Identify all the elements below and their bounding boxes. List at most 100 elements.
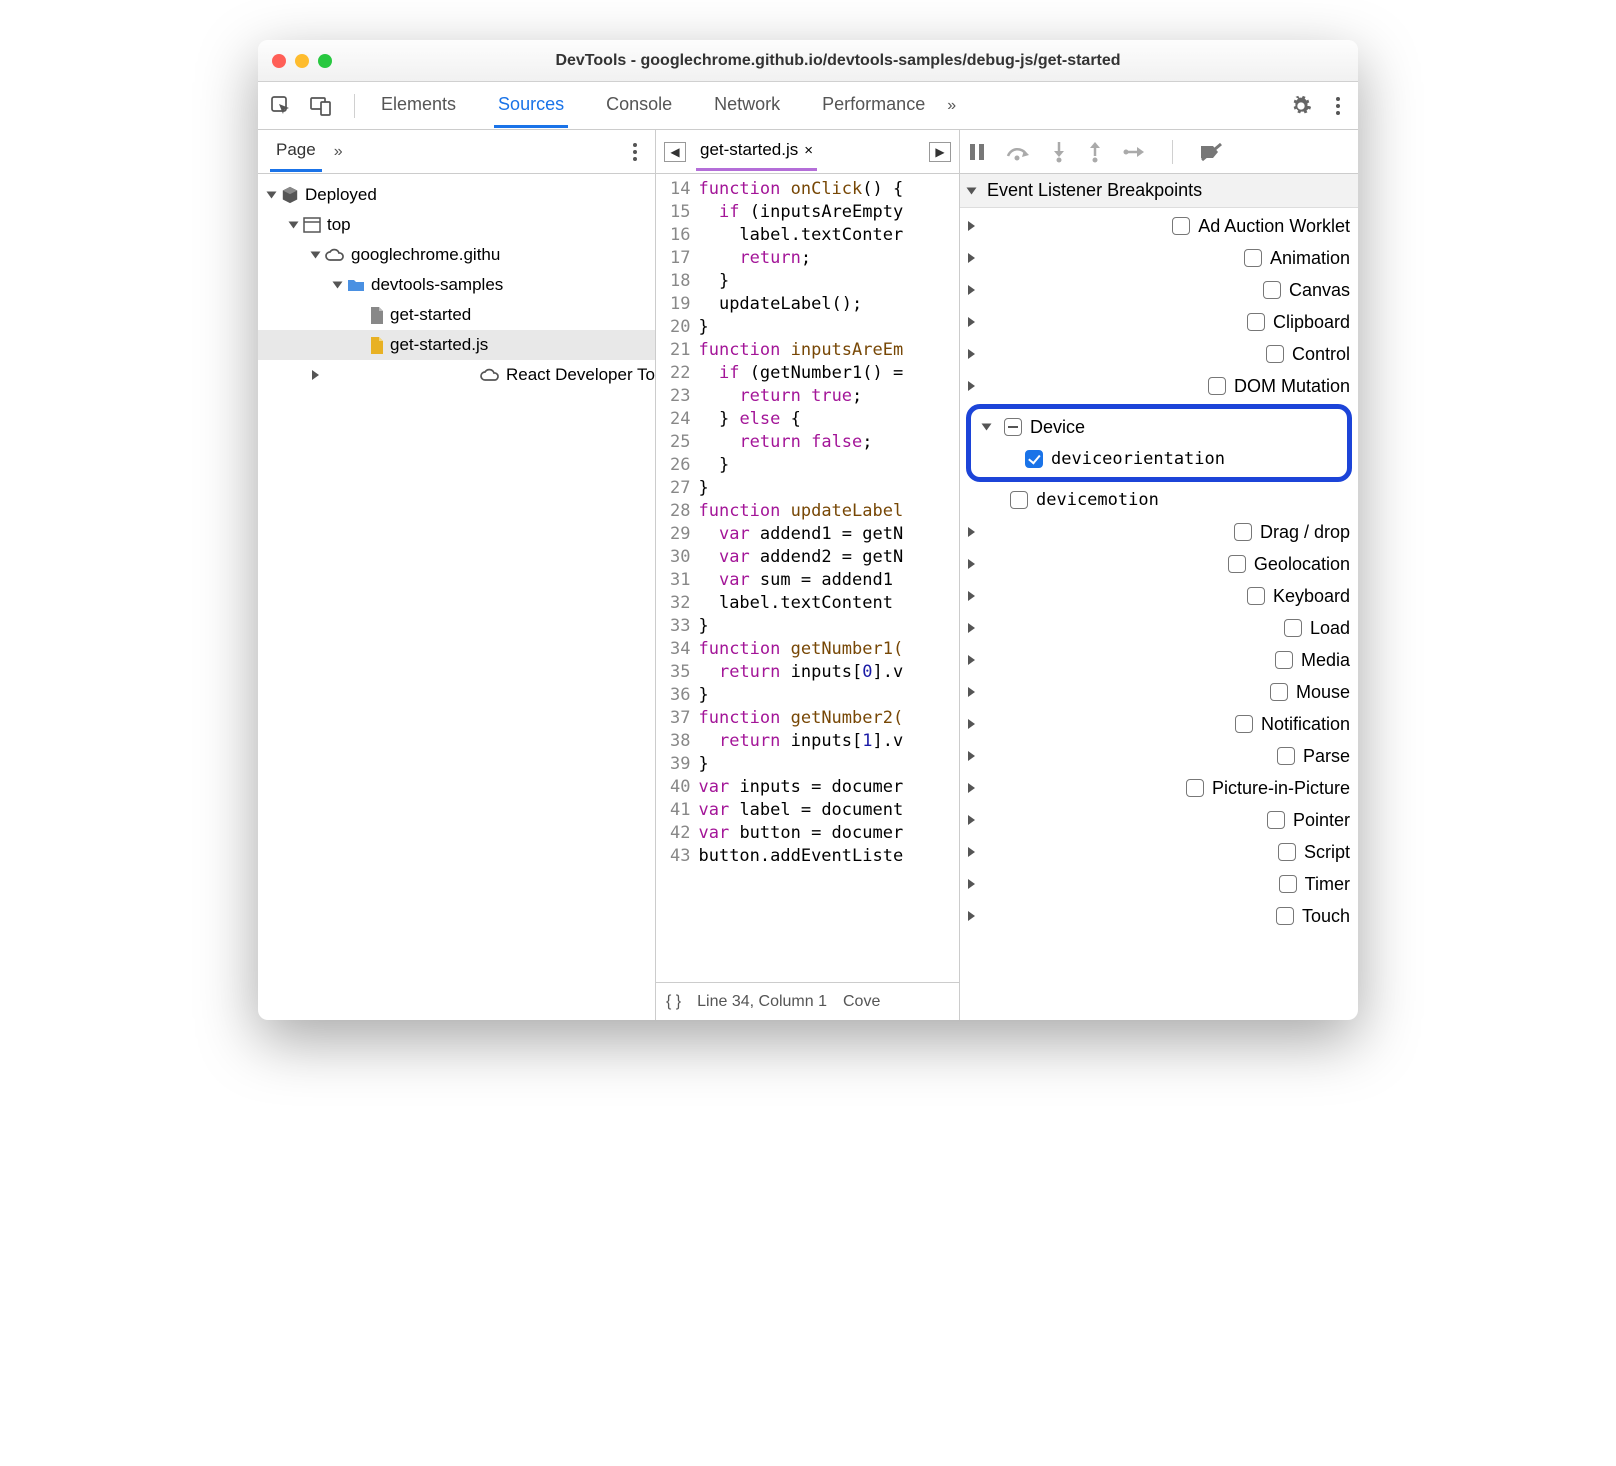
caret-icon <box>311 252 321 259</box>
tree-item[interactable]: get-started <box>258 300 655 330</box>
traffic-lights <box>272 54 332 68</box>
category-label: Pointer <box>1293 810 1350 831</box>
step-out-icon[interactable] <box>1088 142 1102 162</box>
checkbox[interactable] <box>1267 811 1285 829</box>
breakpoint-event[interactable]: deviceorientation <box>975 443 1343 475</box>
caret-icon <box>968 847 1264 857</box>
tree-item[interactable]: Deployed <box>258 180 655 210</box>
checkbox[interactable] <box>1275 651 1293 669</box>
breakpoint-category[interactable]: Timer <box>960 868 1358 900</box>
caret-icon <box>968 285 1249 295</box>
tree-item[interactable]: googlechrome.githu <box>258 240 655 270</box>
breakpoint-category[interactable]: Script <box>960 836 1358 868</box>
checkbox[interactable] <box>1025 450 1043 468</box>
tab-network[interactable]: Network <box>710 84 784 128</box>
nav-back-icon[interactable]: ◀ <box>664 142 686 162</box>
debugger-toolbar <box>960 130 1358 174</box>
checkbox[interactable] <box>1278 843 1296 861</box>
tree-item[interactable]: devtools-samples <box>258 270 655 300</box>
caret-icon <box>968 591 1233 601</box>
breakpoint-category[interactable]: Clipboard <box>960 306 1358 338</box>
close-tab-icon[interactable]: × <box>804 142 813 159</box>
file-tab[interactable]: get-started.js × <box>696 132 817 171</box>
breakpoint-category[interactable]: Media <box>960 644 1358 676</box>
panel-tabs: Elements Sources Console Network Performance <box>377 84 929 128</box>
checkbox[interactable] <box>1004 418 1022 436</box>
tab-console[interactable]: Console <box>602 84 676 128</box>
checkbox[interactable] <box>1010 491 1028 509</box>
step-over-icon[interactable] <box>1006 144 1030 160</box>
checkbox[interactable] <box>1270 683 1288 701</box>
checkbox[interactable] <box>1266 345 1284 363</box>
checkbox[interactable] <box>1263 281 1281 299</box>
device-toggle-icon[interactable] <box>310 95 332 117</box>
more-tabs-icon[interactable]: » <box>947 97 956 115</box>
caret-icon <box>968 527 1220 537</box>
breakpoint-category[interactable]: Notification <box>960 708 1358 740</box>
caret-icon <box>982 424 992 431</box>
step-icon[interactable] <box>1124 145 1146 159</box>
nav-fwd-icon[interactable]: ▶ <box>929 142 951 162</box>
category-label: Geolocation <box>1254 554 1350 575</box>
close-window[interactable] <box>272 54 286 68</box>
breakpoint-category[interactable]: Picture-in-Picture <box>960 772 1358 804</box>
checkbox[interactable] <box>1172 217 1190 235</box>
breakpoint-category[interactable]: Canvas <box>960 274 1358 306</box>
tree-item[interactable]: React Developer To <box>258 360 655 390</box>
minimize-window[interactable] <box>295 54 309 68</box>
checkbox[interactable] <box>1234 523 1252 541</box>
devtools-window: DevTools - googlechrome.github.io/devtoo… <box>258 40 1358 1020</box>
breakpoint-category[interactable]: Load <box>960 612 1358 644</box>
caret-icon <box>968 253 1230 263</box>
checkbox[interactable] <box>1244 249 1262 267</box>
breakpoint-category[interactable]: Pointer <box>960 804 1358 836</box>
nav-kebab-icon[interactable] <box>627 143 643 161</box>
checkbox[interactable] <box>1186 779 1204 797</box>
checkbox[interactable] <box>1228 555 1246 573</box>
breakpoint-category[interactable]: Parse <box>960 740 1358 772</box>
breakpoint-category[interactable]: Mouse <box>960 676 1358 708</box>
checkbox[interactable] <box>1247 313 1265 331</box>
inspect-icon[interactable] <box>270 95 292 117</box>
step-into-icon[interactable] <box>1052 142 1066 162</box>
cube-icon <box>281 186 299 204</box>
source-code[interactable]: function onClick() { if (inputsAreEmpty … <box>698 174 903 982</box>
file-tree: Deployedtopgooglechrome.githudevtools-sa… <box>258 174 655 396</box>
code-editor: ◀ get-started.js × ▶ 1415161718192021222… <box>656 130 960 1020</box>
more-nav-tabs-icon[interactable]: » <box>334 143 343 161</box>
window-title: DevTools - googlechrome.github.io/devtoo… <box>332 52 1344 70</box>
breakpoint-category[interactable]: DOM Mutation <box>960 370 1358 402</box>
pause-icon[interactable] <box>970 144 984 160</box>
tree-item[interactable]: top <box>258 210 655 240</box>
breakpoint-category[interactable]: Ad Auction Worklet <box>960 210 1358 242</box>
settings-icon[interactable] <box>1290 95 1312 117</box>
breakpoint-category[interactable]: Control <box>960 338 1358 370</box>
breakpoint-categories: Ad Auction WorkletAnimationCanvasClipboa… <box>960 208 1358 934</box>
category-label: Notification <box>1261 714 1350 735</box>
breakpoint-category[interactable]: Geolocation <box>960 548 1358 580</box>
checkbox[interactable] <box>1284 619 1302 637</box>
checkbox[interactable] <box>1247 587 1265 605</box>
tab-performance[interactable]: Performance <box>818 84 929 128</box>
checkbox[interactable] <box>1277 747 1295 765</box>
tab-sources[interactable]: Sources <box>494 84 568 128</box>
zoom-window[interactable] <box>318 54 332 68</box>
breakpoint-category[interactable]: Device <box>975 411 1343 443</box>
breakpoints-panel-header[interactable]: Event Listener Breakpoints <box>960 174 1358 208</box>
kebab-menu-icon[interactable] <box>1330 97 1346 115</box>
breakpoint-event[interactable]: devicemotion <box>960 484 1358 516</box>
page-tab[interactable]: Page <box>270 131 322 172</box>
breakpoint-category[interactable]: Animation <box>960 242 1358 274</box>
tab-elements[interactable]: Elements <box>377 84 460 128</box>
breakpoint-category[interactable]: Keyboard <box>960 580 1358 612</box>
checkbox[interactable] <box>1279 875 1297 893</box>
pretty-print-icon[interactable]: { } <box>666 993 681 1011</box>
tree-item[interactable]: get-started.js <box>258 330 655 360</box>
checkbox[interactable] <box>1235 715 1253 733</box>
category-label: Drag / drop <box>1260 522 1350 543</box>
checkbox[interactable] <box>1208 377 1226 395</box>
deactivate-breakpoints-icon[interactable] <box>1199 143 1223 161</box>
checkbox[interactable] <box>1276 907 1294 925</box>
breakpoint-category[interactable]: Drag / drop <box>960 516 1358 548</box>
breakpoint-category[interactable]: Touch <box>960 900 1358 932</box>
